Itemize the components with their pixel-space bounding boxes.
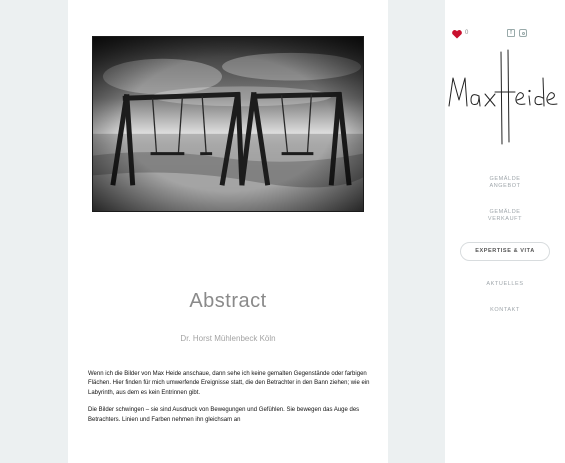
- max-heide-signature-logo[interactable]: [445, 48, 565, 148]
- left-gutter: [0, 0, 68, 463]
- sidebar: 0 f GEMÄLDE ANGEBOT GEMÄLDE VERKAUFT EXP…: [445, 0, 565, 463]
- author-name: Dr. Horst Mühlenbeck Köln: [180, 334, 276, 343]
- artwork-image[interactable]: [92, 36, 364, 212]
- instagram-icon[interactable]: [519, 29, 527, 37]
- swing-photo-illustration: [93, 37, 363, 211]
- article-paragraph: Die Bilder schwingen – sie sind Ausdruck…: [88, 407, 360, 423]
- nav-item-aktuelles[interactable]: AKTUELLES: [460, 281, 550, 288]
- article-paragraph: Wenn ich die Bilder von Max Heide anscha…: [88, 371, 370, 396]
- article-body: Wenn ich die Bilder von Max Heide anscha…: [88, 370, 370, 433]
- nav-item-expertise-vita[interactable]: EXPERTISE & VITA: [460, 242, 550, 261]
- nav-item-gemaelde-angebot[interactable]: GEMÄLDE ANGEBOT: [460, 176, 550, 189]
- like-count: 0: [465, 30, 469, 36]
- main-content: Abstract Dr. Horst Mühlenbeck Köln Wenn …: [68, 0, 388, 463]
- page-title: Abstract: [189, 290, 267, 312]
- facebook-icon[interactable]: f: [507, 29, 515, 37]
- main-nav: GEMÄLDE ANGEBOT GEMÄLDE VERKAUFT EXPERTI…: [445, 176, 565, 314]
- heart-icon[interactable]: [451, 28, 463, 40]
- nav-item-gemaelde-verkauft[interactable]: GEMÄLDE VERKAUFT: [460, 209, 550, 222]
- mid-gutter: [388, 0, 445, 463]
- nav-item-kontakt[interactable]: KONTAKT: [460, 307, 550, 314]
- social-row: 0 f: [451, 28, 561, 40]
